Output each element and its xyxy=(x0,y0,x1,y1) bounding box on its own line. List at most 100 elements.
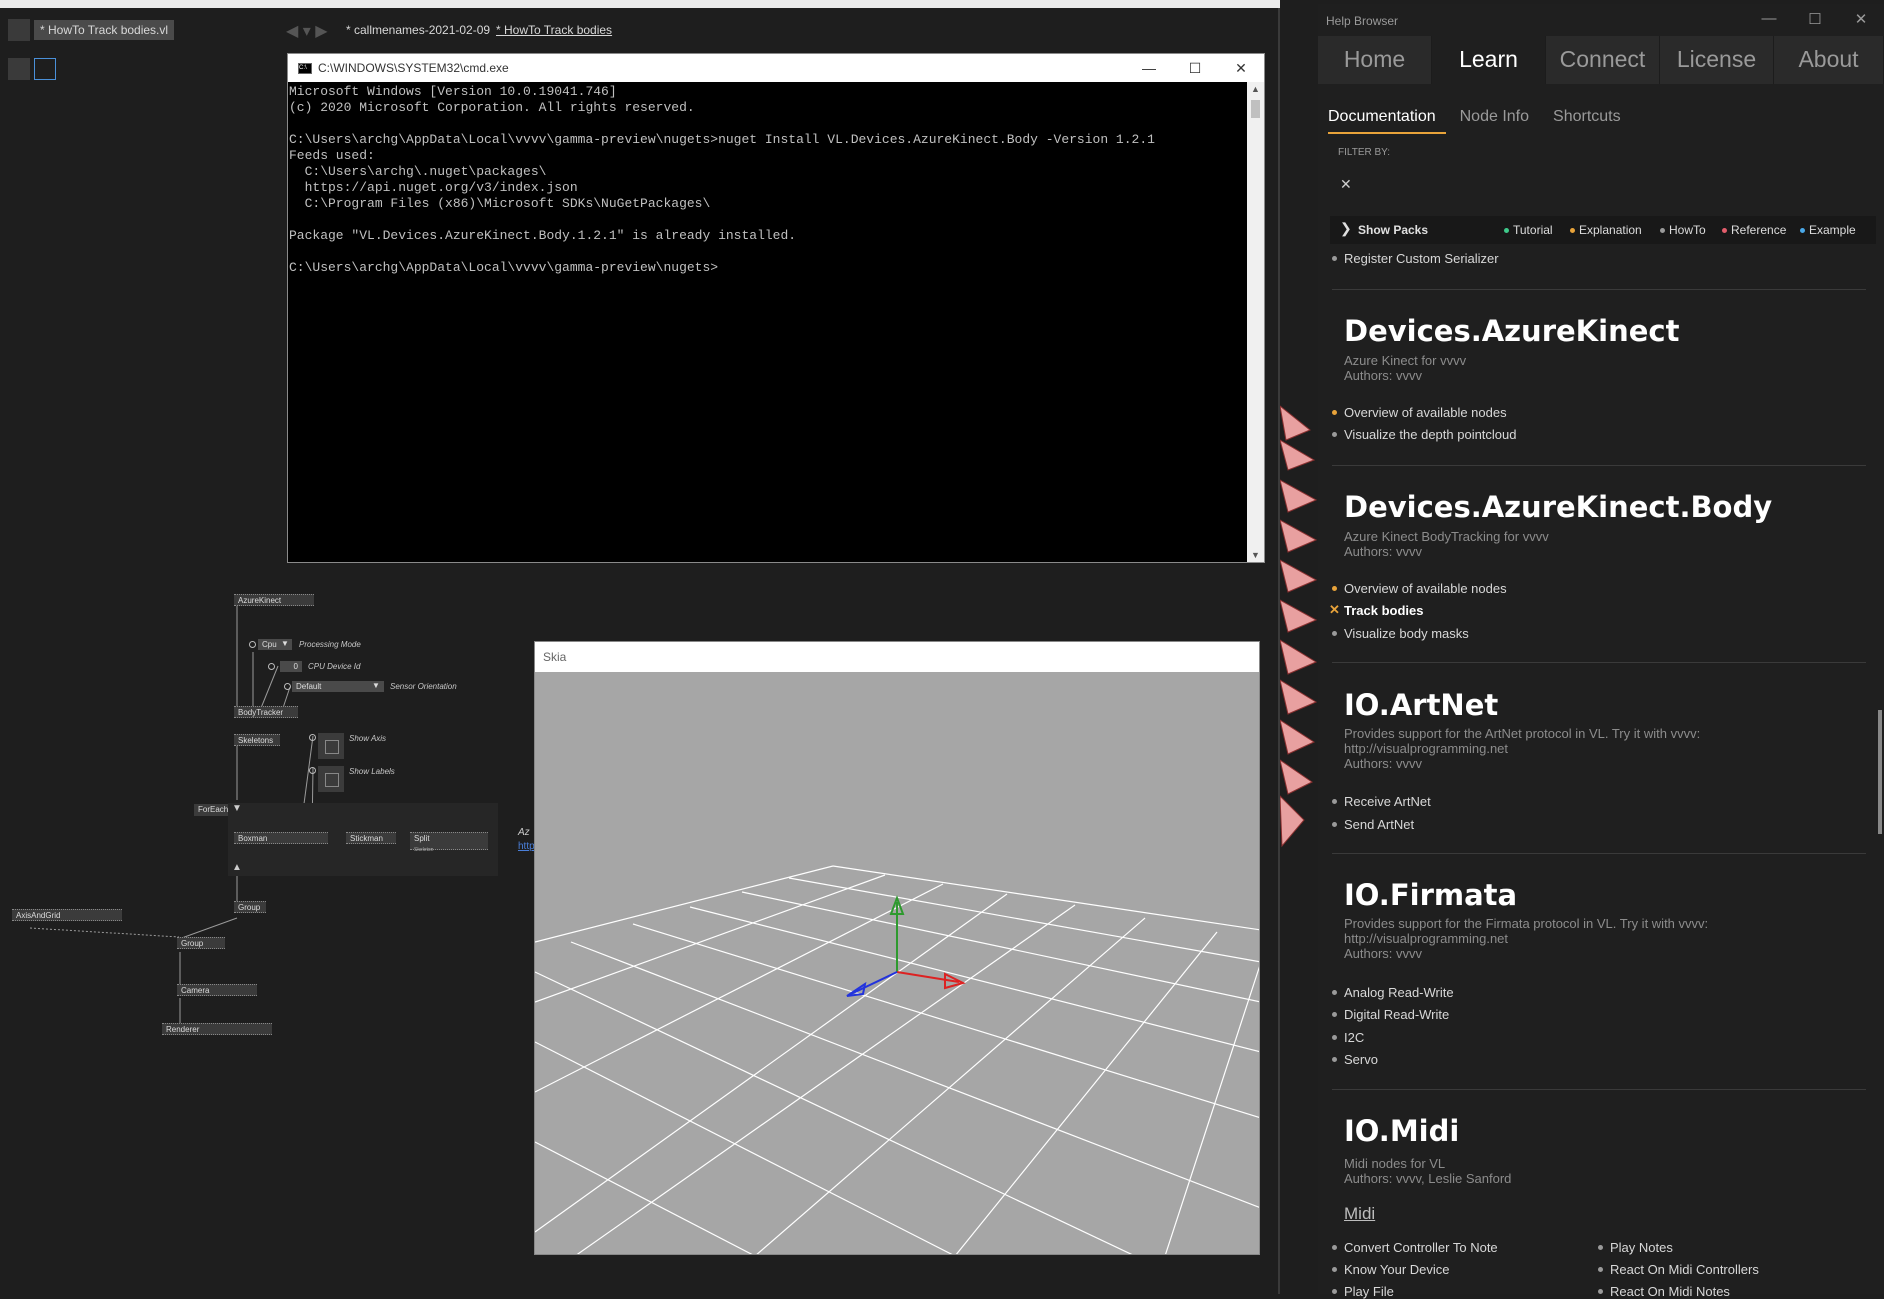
bullet-icon xyxy=(1332,432,1337,437)
note-link[interactable]: http xyxy=(518,841,535,852)
bullet-icon xyxy=(1332,1267,1337,1272)
section-midi-link[interactable]: Midi xyxy=(1344,1204,1375,1224)
cmd-title: C:\WINDOWS\SYSTEM32\cmd.exe xyxy=(318,61,509,75)
processing-mode-label: Processing Mode xyxy=(299,640,361,649)
help-link[interactable]: Register Custom Serializer xyxy=(1332,251,1499,266)
legend-example[interactable]: Example xyxy=(1800,223,1856,237)
help-link-label: Convert Controller To Note xyxy=(1344,1240,1498,1255)
skia-viewport[interactable] xyxy=(535,672,1260,1255)
help-link-label: Track bodies xyxy=(1344,603,1424,618)
tab-node-info[interactable]: Node Info xyxy=(1460,108,1539,134)
scroll-thumb[interactable] xyxy=(1251,100,1260,118)
help-link-selected[interactable]: ✕ Track bodies xyxy=(1329,602,1424,618)
help-link[interactable]: Overview of available nodes xyxy=(1332,405,1507,420)
dropdown-icon[interactable]: ▼ xyxy=(281,639,289,648)
legend-tutorial[interactable]: Tutorial xyxy=(1504,223,1553,237)
help-link[interactable]: Play Notes xyxy=(1598,1240,1673,1255)
scroll-down-icon[interactable]: ▼ xyxy=(1247,550,1264,560)
legend-explanation[interactable]: Explanation xyxy=(1570,223,1642,237)
pin[interactable] xyxy=(249,641,256,648)
show-packs-toggle[interactable]: Show Packs xyxy=(1358,223,1428,237)
tab-documentation[interactable]: Documentation xyxy=(1328,108,1446,134)
help-link[interactable]: Send ArtNet xyxy=(1332,817,1414,832)
node-axisandgrid[interactable]: AxisAndGrid xyxy=(12,909,122,921)
node-camera[interactable]: Camera xyxy=(177,984,257,996)
help-link[interactable]: Know Your Device xyxy=(1332,1262,1450,1277)
minimize-icon[interactable]: — xyxy=(1126,54,1172,82)
show-axis-toggle[interactable] xyxy=(318,733,344,759)
minimize-icon[interactable]: — xyxy=(1746,10,1792,28)
tab-home[interactable]: Home xyxy=(1318,36,1432,84)
pin[interactable] xyxy=(268,663,275,670)
cmd-line: C:\Users\archg\AppData\Local\vvvv\gamma-… xyxy=(289,132,1155,147)
pin[interactable] xyxy=(309,734,316,741)
sensor-orientation-value[interactable]: Default xyxy=(292,681,384,692)
help-link[interactable]: React On Midi Controllers xyxy=(1598,1262,1759,1277)
tab-learn[interactable]: Learn xyxy=(1432,36,1546,84)
maximize-icon[interactable]: ☐ xyxy=(1792,10,1838,28)
close-icon[interactable]: ✕ xyxy=(1838,10,1884,28)
pack-description: Azure Kinect for vvvv xyxy=(1344,353,1467,368)
help-link[interactable]: Play File xyxy=(1332,1284,1394,1299)
pack-url: http://visualprogramming.net xyxy=(1344,741,1509,756)
help-link[interactable]: React On Midi Notes xyxy=(1598,1284,1730,1299)
help-link-label: Overview of available nodes xyxy=(1344,405,1507,420)
help-link[interactable]: Overview of available nodes xyxy=(1332,581,1507,596)
help-link-label: Overview of available nodes xyxy=(1344,581,1507,596)
pin[interactable] xyxy=(309,767,316,774)
main-tabs: Home Learn Connect License About xyxy=(1318,36,1884,84)
divider xyxy=(1332,662,1866,663)
help-link[interactable]: Digital Read-Write xyxy=(1332,1007,1449,1022)
help-link[interactable]: Receive ArtNet xyxy=(1332,794,1431,809)
node-boxman[interactable]: Boxman xyxy=(234,832,328,844)
cpu-device-value[interactable]: 0 xyxy=(280,661,302,672)
cmd-line: Microsoft Windows [Version 10.0.19041.74… xyxy=(289,84,617,99)
node-split-sub: Skeleton xyxy=(414,847,434,853)
skia-titlebar[interactable]: Skia xyxy=(535,642,1259,672)
cmd-scrollbar[interactable]: ▲ ▼ xyxy=(1247,82,1264,562)
legend-reference[interactable]: Reference xyxy=(1722,223,1786,237)
cmd-window[interactable]: C:\ C:\WINDOWS\SYSTEM32\cmd.exe — ☐ ✕ Mi… xyxy=(287,53,1265,563)
help-link[interactable]: Analog Read-Write xyxy=(1332,985,1454,1000)
help-link[interactable]: Visualize the depth pointcloud xyxy=(1332,427,1517,442)
dropdown-icon[interactable]: ▼ xyxy=(372,681,380,690)
help-browser-window[interactable]: Help Browser — ☐ ✕ Home Learn Connect Li… xyxy=(1318,4,1884,1299)
help-link[interactable]: Visualize body masks xyxy=(1332,626,1469,641)
cmd-output[interactable]: Microsoft Windows [Version 10.0.19041.74… xyxy=(288,82,1264,276)
chevron-right-icon[interactable]: ❯ xyxy=(1340,220,1352,237)
help-link-label: Register Custom Serializer xyxy=(1344,251,1499,266)
cmd-titlebar[interactable]: C:\ C:\WINDOWS\SYSTEM32\cmd.exe xyxy=(288,54,1264,82)
divider xyxy=(1332,289,1866,290)
maximize-icon[interactable]: ☐ xyxy=(1172,54,1218,82)
tab-license[interactable]: License xyxy=(1660,36,1774,84)
show-labels-toggle[interactable] xyxy=(318,766,344,792)
help-link[interactable]: Servo xyxy=(1332,1052,1378,1067)
pack-description: Provides support for the Firmata protoco… xyxy=(1344,916,1709,931)
node-foreach[interactable]: ForEach xyxy=(194,804,228,816)
node-group[interactable]: Group xyxy=(234,901,266,913)
node-azurekinect[interactable]: AzureKinect xyxy=(234,594,314,606)
legend-label: Reference xyxy=(1731,223,1787,237)
tab-shortcuts[interactable]: Shortcuts xyxy=(1553,108,1631,134)
help-link[interactable]: I2C xyxy=(1332,1030,1364,1045)
splicer-icon: ▼ xyxy=(232,803,242,814)
help-link[interactable]: Convert Controller To Note xyxy=(1332,1240,1498,1255)
bullet-icon xyxy=(1598,1289,1603,1294)
close-icon[interactable]: ✕ xyxy=(1218,54,1264,82)
node-renderer[interactable]: Renderer xyxy=(162,1023,272,1035)
node-split[interactable]: Split Skeleton xyxy=(410,832,488,853)
node-group-2[interactable]: Group xyxy=(177,937,225,949)
skia-window[interactable]: Skia xyxy=(534,641,1260,1255)
tab-connect[interactable]: Connect xyxy=(1546,36,1660,84)
node-bodytracker[interactable]: BodyTracker xyxy=(234,706,298,718)
bullet-icon xyxy=(1332,1245,1337,1250)
scroll-up-icon[interactable]: ▲ xyxy=(1247,84,1264,94)
tab-about[interactable]: About xyxy=(1774,36,1884,84)
node-skeletons[interactable]: Skeletons xyxy=(234,734,280,746)
clear-filter-icon[interactable]: ✕ xyxy=(1340,176,1352,193)
pin[interactable] xyxy=(284,683,291,690)
help-scrollbar[interactable] xyxy=(1878,710,1882,834)
axis-gizmo xyxy=(846,895,966,997)
node-stickman[interactable]: Stickman xyxy=(346,832,396,844)
legend-howto[interactable]: HowTo xyxy=(1660,223,1706,237)
